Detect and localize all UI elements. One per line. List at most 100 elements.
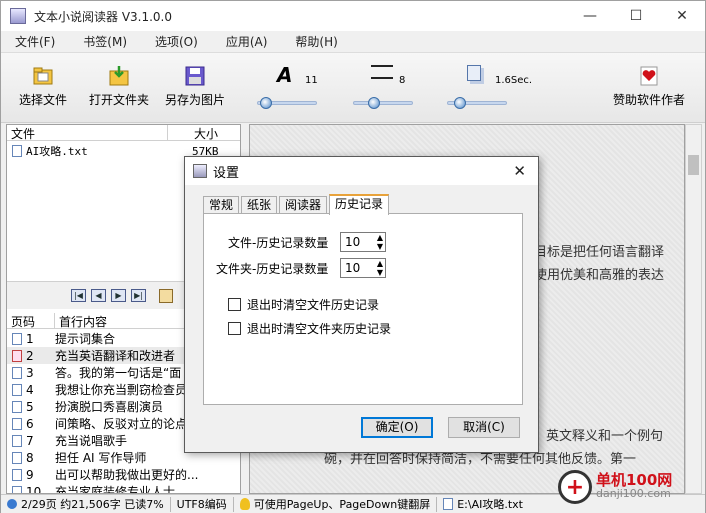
page-icon [12,434,22,447]
heart-card-icon [638,65,660,87]
status-page-text: 2/29页 [21,498,57,511]
bookmark-icon[interactable] [159,288,173,303]
line-spacing-value: 8 [399,75,406,86]
folder-arrow-icon [108,65,130,87]
save-as-image-label: 另存为图片 [164,93,225,107]
font-size-icon: A [277,63,293,87]
menu-apps[interactable]: 应用(A) [212,33,282,50]
menu-options[interactable]: 选项(O) [141,33,212,50]
clear-folder-history-label: 退出时清空文件夹历史记录 [247,322,392,336]
watermark-logo: + 单机100网 danji100.com [558,470,672,504]
scroll-delay-slider[interactable] [447,97,507,109]
settings-icon [193,164,207,178]
clear-file-history-label: 退出时清空文件历史记录 [247,298,380,312]
line-spacing-slider[interactable] [353,97,413,109]
history-tab-panel: 文件-历史记录数量 10 ▲ ▼ 文件夹-历史记录数量 10 ▲ ▼ 退出时清空文件历史… [203,213,523,405]
reader-text-line: 目标是把任何语言翻译 [534,245,665,260]
watermark-url: danji100.com [596,487,671,500]
scroll-delay-slider-knob[interactable] [454,97,466,109]
watermark-name: 单机100网 [596,471,673,489]
info-icon [7,499,17,509]
toc-page-number: 1 [26,331,34,346]
menu-file[interactable]: 文件(F) [1,33,69,50]
toc-page-number: 10 [26,484,42,494]
settings-tabs: 常规 纸张 阅读器 历史记录 [203,194,391,215]
page-edit-icon [12,349,22,362]
save-as-image-button[interactable]: 另存为图片 [163,59,227,108]
file-column-header[interactable]: 文件 [7,125,168,141]
toc-row[interactable]: 10 充当家庭装修专业人士 [7,483,240,493]
toc-row[interactable]: 9 出可以帮助我做出更好的... [7,466,240,483]
toc-page-number: 2 [26,348,34,363]
app-icon [10,8,26,24]
status-tip-text: 可使用PageUp、PageDown键翻屏 [253,498,431,511]
toolbar: 选择文件 打开文件夹 另存为图片 A 11 8 1.6Sec. 赞助软件作者 [1,53,705,123]
status-tip: 可使用PageUp、PageDown键翻屏 [234,496,438,512]
cancel-button[interactable]: 取消(C) [448,417,520,438]
maximize-button[interactable]: ☐ [613,1,659,31]
file-history-spinner[interactable]: 10 ▲ ▼ [340,232,386,252]
size-column-header[interactable]: 大小 [168,125,240,141]
folder-history-spinner[interactable]: 10 ▲ ▼ [340,258,386,278]
line-spacing-slider-knob[interactable] [368,97,380,109]
dialog-title: 设置 [213,165,240,181]
menu-bar: 文件(F) 书签(M) 选项(O) 应用(A) 帮助(H) [1,31,705,53]
folder-history-value: 10 [345,261,361,275]
status-words: 约21,506字 [60,498,121,511]
toc-page-number: 8 [26,450,34,465]
open-file-label: 选择文件 [18,93,67,107]
menu-bookmarks[interactable]: 书签(M) [69,33,141,50]
toc-page-number: 6 [26,416,34,431]
dialog-title-bar: 设置 ✕ [185,157,538,185]
folder-open-icon [32,65,54,87]
page-icon [12,400,22,413]
tab-paper[interactable]: 纸张 [241,196,278,214]
first-page-icon[interactable]: |◀ [71,289,86,302]
font-size-slider[interactable] [257,97,317,109]
clear-folder-history-checkbox[interactable]: 退出时清空文件夹历史记录 [228,320,391,337]
file-name: AI攻略.txt [26,145,88,158]
page-column-header[interactable]: 页码 [7,313,55,329]
font-size-value: 11 [305,75,318,86]
reader-text-line: 使用优美和高雅的表达 [534,268,665,283]
page-icon [12,383,22,396]
scroll-pages-icon [467,65,481,81]
reader-text-line: 英文释义和一个例句 [546,429,664,444]
last-page-icon[interactable]: ▶| [131,289,146,302]
page-icon [12,366,22,379]
tab-general[interactable]: 常规 [203,196,240,214]
close-button[interactable]: ✕ [659,1,705,31]
sponsor-label: 赞助软件作者 [612,93,685,107]
toc-page-number: 7 [26,433,34,448]
status-page: 2/29页 约21,506字 已读7% [1,496,171,512]
tab-history[interactable]: 历史记录 [329,194,390,215]
reader-scrollbar[interactable] [685,124,702,494]
page-icon [12,451,22,464]
next-page-icon[interactable]: ▶ [111,289,126,302]
page-icon [12,332,22,345]
file-icon [443,498,454,510]
sponsor-button[interactable]: 赞助软件作者 [609,59,689,108]
scrollbar-thumb[interactable] [688,155,699,175]
checkbox-box[interactable] [228,298,241,311]
file-history-value: 10 [345,235,361,249]
ok-button[interactable]: 确定(O) [361,417,433,438]
minimize-button[interactable]: — [567,1,613,31]
page-icon [12,468,22,481]
open-file-button[interactable]: 选择文件 [17,59,69,108]
open-folder-button[interactable]: 打开文件夹 [87,59,151,108]
clear-file-history-checkbox[interactable]: 退出时清空文件历史记录 [228,296,379,313]
page-icon [12,485,22,493]
toc-first-line: 出可以帮助我做出更好的... [55,468,199,482]
toc-page-number: 4 [26,382,34,397]
spinner-arrows-icon[interactable]: ▲ ▼ [377,259,383,277]
font-size-slider-knob[interactable] [260,97,272,109]
checkbox-box[interactable] [228,322,241,335]
status-read: 已读7% [124,498,164,511]
tab-reader[interactable]: 阅读器 [279,196,328,214]
file-list-header: 文件 大小 [7,125,240,141]
dialog-close-button[interactable]: ✕ [513,162,526,180]
spinner-arrows-icon[interactable]: ▲ ▼ [377,233,383,251]
menu-help[interactable]: 帮助(H) [281,33,351,50]
prev-page-icon[interactable]: ◀ [91,289,106,302]
